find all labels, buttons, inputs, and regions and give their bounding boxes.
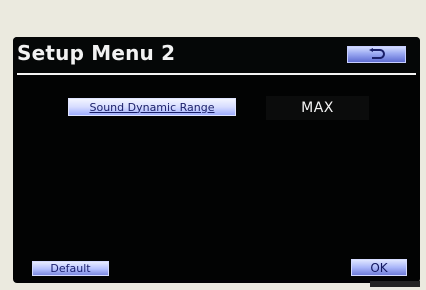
corner-watermark	[370, 281, 420, 287]
sound-dynamic-range-value-box: MAX	[266, 96, 369, 120]
sound-dynamic-range-button[interactable]: Sound Dynamic Range	[68, 98, 236, 116]
setup-screen: Setup Menu 2 Sound Dynamic Range MAX Def…	[13, 37, 420, 283]
back-button[interactable]	[347, 46, 406, 63]
ok-button[interactable]: OK	[351, 259, 407, 276]
page-title: Setup Menu 2	[17, 41, 176, 65]
default-button[interactable]: Default	[32, 261, 109, 276]
sound-dynamic-range-value: MAX	[301, 100, 334, 116]
title-divider	[17, 73, 416, 75]
back-arrow-icon	[367, 45, 387, 64]
title-bar: Setup Menu 2	[13, 37, 420, 73]
